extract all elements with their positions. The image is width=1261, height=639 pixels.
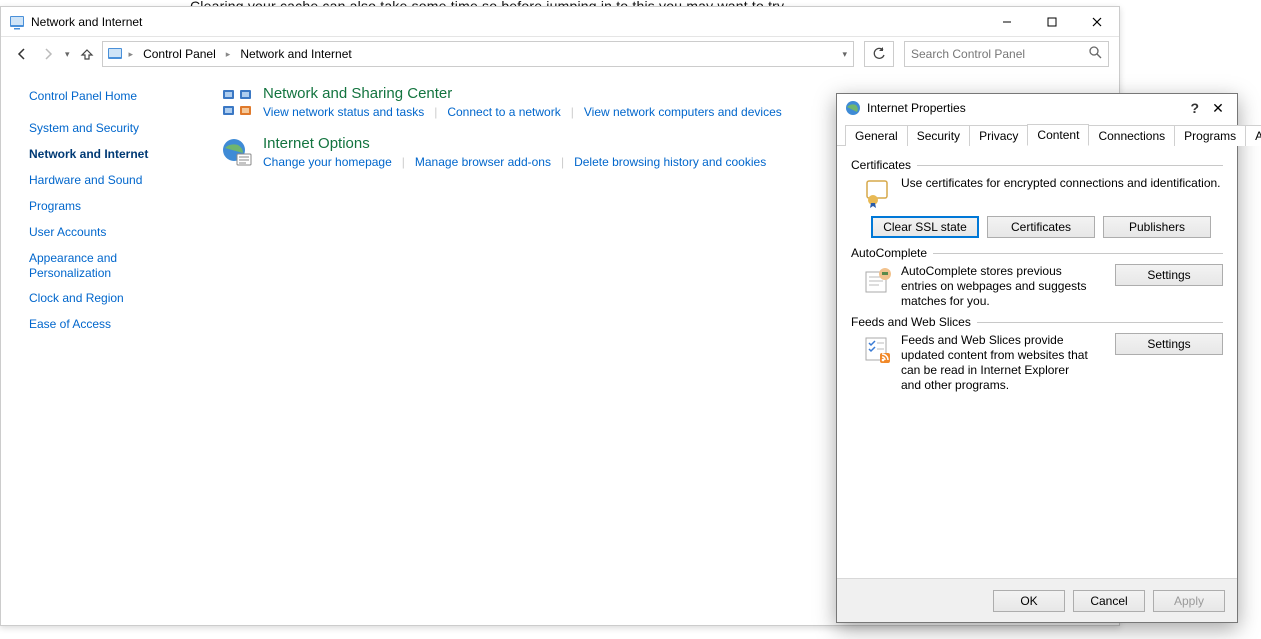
link-view-network-computers[interactable]: View network computers and devices xyxy=(584,105,782,119)
certificates-button[interactable]: Certificates xyxy=(987,216,1095,238)
refresh-button[interactable] xyxy=(864,41,894,67)
sidebar-item-programs[interactable]: Programs xyxy=(29,199,201,213)
sidebar-item-network-internet[interactable]: Network and Internet xyxy=(29,147,201,161)
address-bar[interactable]: ▸ Control Panel ▸ Network and Internet ▾ xyxy=(102,41,854,67)
up-button[interactable] xyxy=(76,43,98,65)
autocomplete-icon xyxy=(861,264,895,298)
titlebar: Network and Internet xyxy=(1,7,1119,37)
autocomplete-settings-button[interactable]: Settings xyxy=(1115,264,1223,286)
link-view-network-status[interactable]: View network status and tasks xyxy=(263,105,424,119)
sidebar-item-hardware-sound[interactable]: Hardware and Sound xyxy=(29,173,201,187)
dialog-title: Internet Properties xyxy=(867,101,966,115)
address-dropdown-icon[interactable]: ▾ xyxy=(840,49,849,60)
help-button[interactable]: ? xyxy=(1184,100,1205,116)
breadcrumb-network-internet[interactable]: Network and Internet xyxy=(236,47,355,61)
internet-options-icon xyxy=(219,135,255,171)
sidebar: Control Panel Home System and Security N… xyxy=(1,71,201,625)
group-autocomplete-label: AutoComplete xyxy=(851,246,1223,260)
apply-button[interactable]: Apply xyxy=(1153,590,1225,612)
sidebar-item-user-accounts[interactable]: User Accounts xyxy=(29,225,201,239)
network-sharing-icon xyxy=(219,85,255,121)
tab-security[interactable]: Security xyxy=(907,125,970,146)
tab-privacy[interactable]: Privacy xyxy=(969,125,1028,146)
address-icon xyxy=(107,46,123,62)
dialog-titlebar: Internet Properties ? ✕ xyxy=(837,94,1237,122)
feeds-settings-button[interactable]: Settings xyxy=(1115,333,1223,355)
dialog-footer: OK Cancel Apply xyxy=(837,578,1237,622)
link-change-homepage[interactable]: Change your homepage xyxy=(263,155,392,169)
category-title[interactable]: Network and Sharing Center xyxy=(263,85,782,102)
recent-dropdown-icon[interactable]: ▾ xyxy=(63,49,72,60)
chevron-right-icon[interactable]: ▸ xyxy=(224,49,233,60)
tab-programs[interactable]: Programs xyxy=(1174,125,1246,146)
clear-ssl-state-button[interactable]: Clear SSL state xyxy=(871,216,979,238)
chevron-right-icon[interactable]: ▸ xyxy=(127,49,136,60)
navigation-bar: ▾ ▸ Control Panel ▸ Network and Internet… xyxy=(1,37,1119,71)
ok-button[interactable]: OK xyxy=(993,590,1065,612)
tab-advanced[interactable]: Advanced xyxy=(1245,125,1261,146)
forward-button[interactable] xyxy=(37,43,59,65)
search-placeholder: Search Control Panel xyxy=(911,47,1025,61)
close-button[interactable] xyxy=(1074,7,1119,36)
minimize-button[interactable] xyxy=(984,7,1029,36)
category-title[interactable]: Internet Options xyxy=(263,135,766,152)
search-input[interactable]: Search Control Panel xyxy=(904,41,1109,67)
tab-content[interactable]: Content xyxy=(1027,124,1089,146)
globe-icon xyxy=(845,100,861,116)
link-connect-network[interactable]: Connect to a network xyxy=(447,105,560,119)
dialog-close-button[interactable]: ✕ xyxy=(1205,100,1231,117)
maximize-button[interactable] xyxy=(1029,7,1074,36)
feeds-icon xyxy=(861,333,895,367)
sidebar-item-system-security[interactable]: System and Security xyxy=(29,121,201,135)
certificate-icon xyxy=(861,176,895,210)
search-icon xyxy=(1089,46,1102,62)
tab-general[interactable]: General xyxy=(845,125,908,146)
link-delete-history[interactable]: Delete browsing history and cookies xyxy=(574,155,766,169)
group-feeds-label: Feeds and Web Slices xyxy=(851,315,1223,329)
sidebar-home[interactable]: Control Panel Home xyxy=(29,89,201,103)
autocomplete-description: AutoComplete stores previous entries on … xyxy=(901,264,1091,309)
tab-strip: General Security Privacy Content Connect… xyxy=(837,122,1237,146)
tab-connections[interactable]: Connections xyxy=(1088,125,1175,146)
dialog-body: Certificates Use certificates for encryp… xyxy=(837,146,1237,578)
back-button[interactable] xyxy=(11,43,33,65)
sidebar-item-appearance[interactable]: Appearance andPersonalization xyxy=(29,251,201,281)
publishers-button[interactable]: Publishers xyxy=(1103,216,1211,238)
internet-properties-dialog: Internet Properties ? ✕ General Security… xyxy=(836,93,1238,623)
control-panel-icon xyxy=(9,14,25,30)
feeds-description: Feeds and Web Slices provide updated con… xyxy=(901,333,1091,393)
sidebar-item-ease-of-access[interactable]: Ease of Access xyxy=(29,317,201,331)
breadcrumb-control-panel[interactable]: Control Panel xyxy=(139,47,220,61)
sidebar-item-clock-region[interactable]: Clock and Region xyxy=(29,291,201,305)
link-manage-addons[interactable]: Manage browser add-ons xyxy=(415,155,551,169)
cancel-button[interactable]: Cancel xyxy=(1073,590,1145,612)
group-certificates-label: Certificates xyxy=(851,158,1223,172)
certificates-description: Use certificates for encrypted connectio… xyxy=(901,176,1221,191)
window-title: Network and Internet xyxy=(31,15,142,29)
